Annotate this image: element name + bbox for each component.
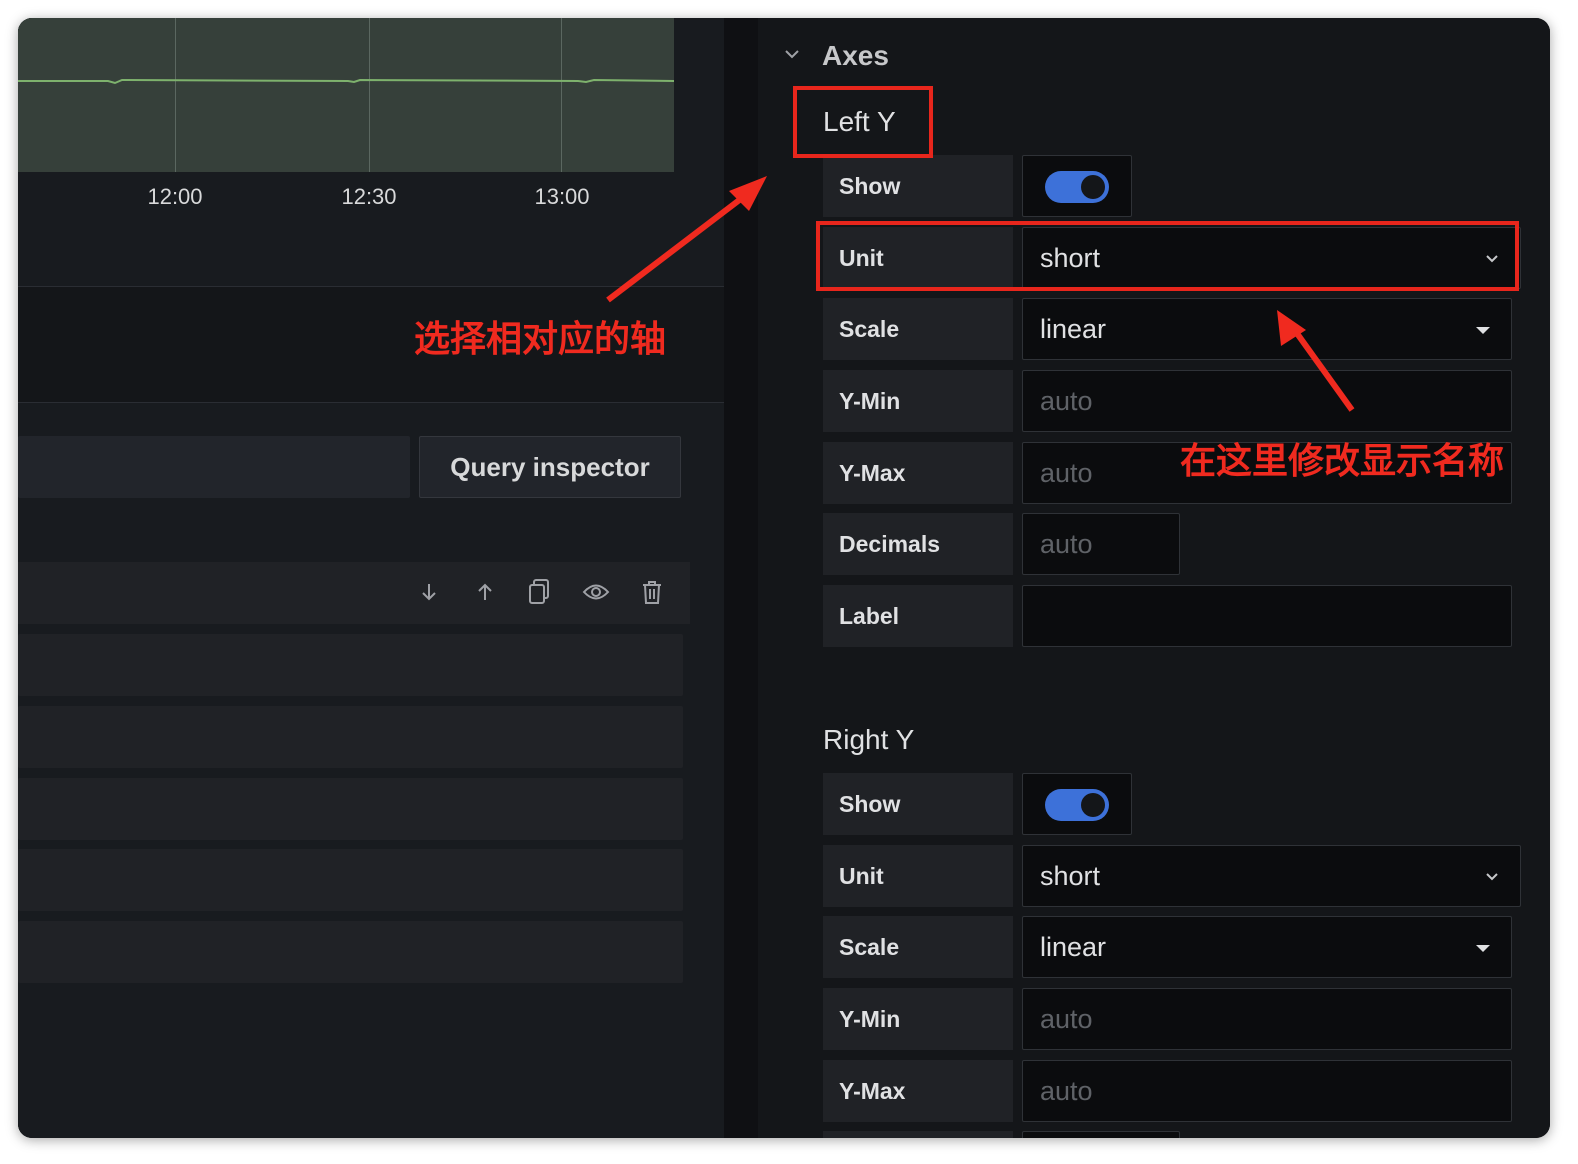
annotation-arrows xyxy=(606,176,1355,412)
annotation-modify-name: 在这里修改显示名称 xyxy=(1180,440,1505,481)
annotation-select-axis: 选择相对应的轴 xyxy=(414,318,667,359)
